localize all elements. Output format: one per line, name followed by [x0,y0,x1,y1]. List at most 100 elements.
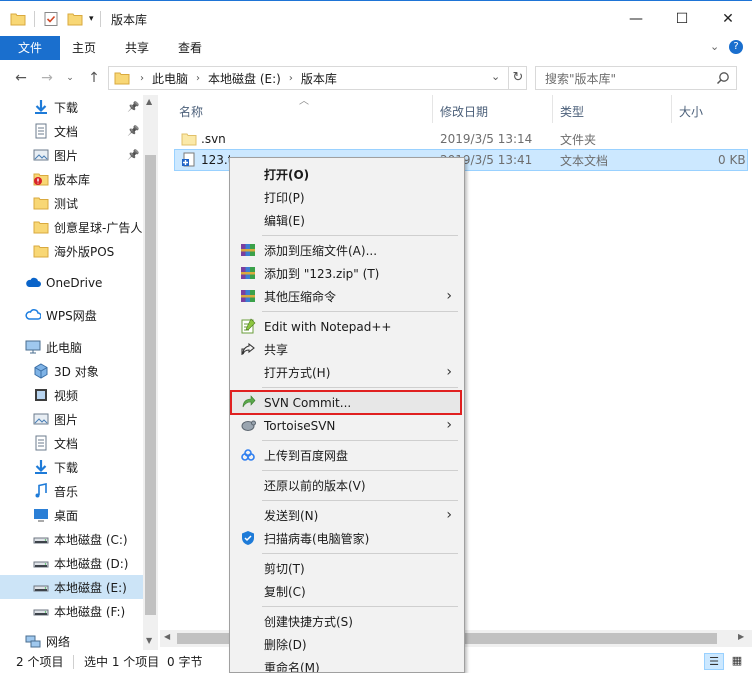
new-folder-icon[interactable] [67,11,83,27]
nav-scrollbar-thumb[interactable] [145,155,156,615]
menu-item[interactable]: 添加到压缩文件(A)... [232,239,462,262]
search-icon[interactable] [716,71,730,85]
scroll-down-icon[interactable]: ▼ [146,636,152,645]
nav-item[interactable]: 测试 [0,191,143,215]
menu-item[interactable]: 打开方式(H) › [232,361,462,384]
ribbon-tabs: 文件 主页 共享 查看 ⌄ ? [0,36,752,60]
nav-item[interactable]: OneDrive [0,271,143,295]
forward-button[interactable]: → [37,68,57,88]
nav-item[interactable]: 本地磁盘 (F:) [0,599,143,623]
nav-item[interactable]: 本地磁盘 (C:) [0,527,143,551]
tab-home[interactable]: 主页 [64,36,104,60]
column-header-date[interactable]: 修改日期 [440,103,488,120]
window-title: 版本库 [111,13,148,27]
tab-file[interactable]: 文件 [0,36,60,60]
recent-locations-button[interactable]: ⌄ [60,68,80,88]
nav-item[interactable]: 海外版POS [0,239,143,263]
breadcrumb-separator-icon[interactable]: › [289,73,293,84]
nav-item-label: 视频 [54,388,79,403]
help-icon[interactable]: ? [729,40,743,54]
nav-item[interactable]: 创意星球-广告人 [0,215,143,239]
ribbon-expand-icon[interactable]: ⌄ [710,40,719,53]
nav-item[interactable]: 下载 📌 [0,95,143,119]
minimize-button[interactable]: — [613,1,659,37]
nav-item[interactable]: 图片 [0,407,143,431]
nav-item[interactable]: 文档 [0,431,143,455]
breadcrumb-separator-icon[interactable]: › [196,73,200,84]
scroll-left-icon[interactable]: ◀ [164,632,170,641]
menu-item[interactable]: 发送到(N) › [232,504,462,527]
menu-item[interactable]: 共享 [232,338,462,361]
nav-item[interactable]: 图片 📌 [0,143,143,167]
menu-item-label: TortoiseSVN [264,418,336,433]
back-arrow-icon: ← [15,70,27,86]
chevron-down-icon: ⌄ [66,73,74,83]
breadcrumb-separator-icon[interactable]: › [140,73,144,84]
nav-item[interactable]: 本地磁盘 (D:) [0,551,143,575]
breadcrumb-drive-e[interactable]: 本地磁盘 (E:) [208,70,281,87]
menu-item[interactable]: Edit with Notepad++ [232,315,462,338]
tab-share[interactable]: 共享 [117,36,157,60]
nav-item[interactable]: 视频 [0,383,143,407]
file-row-svn[interactable]: .svn 2019/3/5 13:14 文件夹 [174,128,748,150]
refresh-icon[interactable]: ↻ [508,67,527,89]
scroll-up-icon[interactable]: ▲ [146,97,152,106]
nav-item[interactable]: 音乐 [0,479,143,503]
sort-indicator-icon: ︿ [299,96,309,107]
nav-item[interactable]: 此电脑 [0,335,143,359]
column-divider[interactable] [552,95,553,123]
menu-item[interactable]: 打印(P) [232,186,462,209]
menu-item[interactable]: SVN Commit... [232,391,462,414]
address-dropdown-icon[interactable]: ⌄ [491,70,500,83]
menu-item-label: 打开方式(H) [264,366,331,380]
nav-item[interactable]: 文档 📌 [0,119,143,143]
column-divider[interactable] [671,95,672,123]
scroll-right-icon[interactable]: ▶ [738,632,744,641]
column-header-type[interactable]: 类型 [560,103,584,120]
menu-item[interactable]: 复制(C) [232,580,462,603]
nav-item[interactable]: WPS网盘 [0,303,143,327]
menu-item[interactable]: 编辑(E) [232,209,462,232]
nav-item-label: 网络 [46,634,71,649]
nav-item[interactable]: 桌面 [0,503,143,527]
properties-icon[interactable] [43,11,59,27]
context-menu: 打开(O) 打印(P) 编辑(E) 添加到压缩文件(A)... 添加到 "123.zip… [229,157,465,673]
up-button[interactable]: ↑ [84,68,104,88]
menu-item[interactable]: 其他压缩命令 › [232,285,462,308]
nav-item-label: 此电脑 [46,340,83,355]
tab-view[interactable]: 查看 [170,36,210,60]
column-divider[interactable] [432,95,433,123]
details-view-icon[interactable]: ☰ [704,653,724,670]
quick-access-toolbar: ▾ [10,10,101,28]
address-bar[interactable]: › 此电脑 › 本地磁盘 (E:) › 版本库 ⌄ ↻ [108,66,527,90]
menu-item[interactable]: 上传到百度网盘 [232,444,462,467]
large-icons-view-icon[interactable]: ▦ [728,653,746,670]
3d-icon [33,363,49,379]
menu-item[interactable]: 重命名(M) [232,656,462,672]
maximize-button[interactable]: ☐ [659,1,705,37]
column-header-name[interactable]: 名称 [179,103,203,120]
menu-item[interactable]: TortoiseSVN › [232,414,462,437]
nav-item[interactable]: 下载 [0,455,143,479]
pin-icon: 📌 [127,101,140,113]
breadcrumb-this-pc[interactable]: 此电脑 [152,70,188,87]
menu-separator [262,470,458,471]
back-button[interactable]: ← [11,68,31,88]
customize-qa-dropdown-icon[interactable]: ▾ [89,14,94,24]
nav-item[interactable]: 版本库 [0,167,143,191]
menu-item[interactable]: 还原以前的版本(V) [232,474,462,497]
menu-item[interactable]: 打开(O) [232,163,462,186]
nav-scrollbar[interactable]: ▲ ▼ [143,95,158,650]
close-button[interactable]: ✕ [705,1,751,37]
nav-item[interactable]: 本地磁盘 (E:) [0,575,143,599]
menu-item[interactable]: 扫描病毒(电脑管家) [232,527,462,550]
nav-item[interactable]: 3D 对象 [0,359,143,383]
search-input[interactable]: 搜索"版本库" [535,66,737,90]
nav-item-label: 文档 [54,124,79,139]
menu-item[interactable]: 创建快捷方式(S) [232,610,462,633]
breadcrumb-repo[interactable]: 版本库 [301,70,337,87]
menu-item[interactable]: 添加到 "123.zip" (T) [232,262,462,285]
menu-item[interactable]: 删除(D) [232,633,462,656]
menu-item[interactable]: 剪切(T) [232,557,462,580]
column-header-size[interactable]: 大小 [679,103,703,120]
